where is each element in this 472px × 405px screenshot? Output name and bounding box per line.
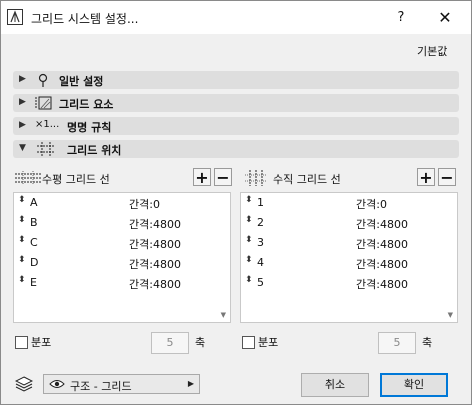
list-item[interactable]: ⬍ 2 간격:4800 bbox=[241, 213, 457, 233]
layer-name: 구조 - 그리드 bbox=[70, 380, 132, 393]
collapsed-arrow-icon: ▶ bbox=[19, 97, 26, 107]
close-button[interactable]: ✕ bbox=[431, 7, 459, 29]
scroll-down-icon[interactable]: ▼ bbox=[448, 311, 453, 319]
grid-line-spacing: 간격:4800 bbox=[356, 278, 408, 291]
section-general-settings[interactable]: ▶ 일반 설정 bbox=[13, 71, 459, 89]
grid-line-spacing: 간격:4800 bbox=[129, 238, 181, 251]
grid-system-settings-dialog: 그리드 시스템 설정... ? ✕ 기본값 ▶ 일반 설정 ▶ 그리드 요소 ▶… bbox=[0, 0, 472, 405]
grid-line-name: D bbox=[30, 256, 39, 269]
collapsed-arrow-icon: ▶ bbox=[19, 120, 26, 130]
section-label: 명명 규칙 bbox=[67, 121, 112, 134]
cancel-button[interactable]: 취소 bbox=[301, 373, 369, 397]
vertical-axis-label: 축 bbox=[422, 336, 433, 349]
grid-line-spacing: 간격:4800 bbox=[356, 258, 408, 271]
grid-line-name: 2 bbox=[257, 216, 264, 229]
grid-line-name: E bbox=[30, 276, 37, 289]
add-vertical-line-button[interactable]: + bbox=[417, 168, 435, 186]
section-label: 그리드 위치 bbox=[67, 144, 122, 157]
ok-button[interactable]: 확인 bbox=[380, 373, 448, 397]
grid-line-name: 3 bbox=[257, 236, 264, 249]
list-item[interactable]: ⬍ 3 간격:4800 bbox=[241, 233, 457, 253]
add-horizontal-line-button[interactable]: + bbox=[193, 168, 211, 186]
drag-handle-icon[interactable]: ⬍ bbox=[245, 275, 253, 285]
drag-handle-icon[interactable]: ⬍ bbox=[18, 275, 26, 285]
horizontal-distribute-label: 분포 bbox=[31, 336, 52, 349]
list-item[interactable]: ⬍ 1 간격:0 bbox=[241, 193, 457, 213]
grid-element-icon bbox=[35, 96, 52, 110]
drag-handle-icon[interactable]: ⬍ bbox=[245, 255, 253, 265]
section-label: 그리드 요소 bbox=[59, 98, 114, 111]
grid-line-spacing: 간격:0 bbox=[129, 198, 160, 211]
drag-handle-icon[interactable]: ⬍ bbox=[245, 195, 253, 205]
list-item[interactable]: ⬍ D 간격:4800 bbox=[14, 253, 230, 273]
help-button[interactable]: ? bbox=[387, 7, 415, 29]
eye-icon bbox=[49, 380, 65, 388]
horizontal-panel-title: 수평 그리드 선 bbox=[42, 173, 110, 186]
section-grid-position[interactable]: ▼ 그리드 위치 bbox=[13, 140, 459, 158]
dropdown-arrow-icon: ▶ bbox=[187, 379, 194, 388]
grid-line-spacing: 간격:4800 bbox=[356, 238, 408, 251]
list-item[interactable]: ⬍ B 간격:4800 bbox=[14, 213, 230, 233]
grid-line-spacing: 간격:4800 bbox=[129, 258, 181, 271]
pin-icon bbox=[38, 73, 48, 87]
default-link[interactable]: 기본값 bbox=[417, 43, 447, 59]
collapsed-arrow-icon: ▶ bbox=[19, 74, 26, 84]
section-naming-rules[interactable]: ▶ ×1... 명명 규칙 bbox=[13, 117, 459, 135]
remove-vertical-line-button[interactable]: − bbox=[438, 168, 456, 186]
list-item[interactable]: ⬍ A 간격:0 bbox=[14, 193, 230, 213]
title-bar: 그리드 시스템 설정... ? ✕ bbox=[1, 1, 471, 34]
grid-line-name: 5 bbox=[257, 276, 264, 289]
grid-position-icon bbox=[37, 142, 55, 156]
vertical-grid-list[interactable]: ⬍ 1 간격:0 ⬍ 2 간격:4800 ⬍ 3 간격:4800 ⬍ 4 간격:… bbox=[240, 192, 458, 323]
remove-horizontal-line-button[interactable]: − bbox=[214, 168, 232, 186]
grid-line-spacing: 간격:4800 bbox=[129, 218, 181, 231]
vertical-distribute-label: 분포 bbox=[258, 336, 279, 349]
grid-line-spacing: 간격:0 bbox=[356, 198, 387, 211]
naming-icon: ×1... bbox=[35, 119, 60, 130]
archicad-app-icon bbox=[7, 9, 23, 25]
list-item[interactable]: ⬍ C 간격:4800 bbox=[14, 233, 230, 253]
drag-handle-icon[interactable]: ⬍ bbox=[245, 215, 253, 225]
drag-handle-icon[interactable]: ⬍ bbox=[245, 235, 253, 245]
vertical-distribute-checkbox[interactable] bbox=[242, 336, 255, 349]
layers-icon bbox=[15, 376, 33, 392]
drag-handle-icon[interactable]: ⬍ bbox=[18, 195, 26, 205]
expanded-arrow-icon: ▼ bbox=[19, 143, 26, 153]
grid-line-name: 4 bbox=[257, 256, 264, 269]
horizontal-grid-list[interactable]: ⬍ A 간격:0 ⬍ B 간격:4800 ⬍ C 간격:4800 ⬍ D 간격:… bbox=[13, 192, 231, 323]
drag-handle-icon[interactable]: ⬍ bbox=[18, 215, 26, 225]
grid-line-name: A bbox=[30, 196, 38, 209]
vertical-panel-title: 수직 그리드 선 bbox=[273, 173, 341, 186]
drag-handle-icon[interactable]: ⬍ bbox=[18, 235, 26, 245]
list-item[interactable]: ⬍ 5 간격:4800 bbox=[241, 273, 457, 293]
grid-line-name: 1 bbox=[257, 196, 264, 209]
list-item[interactable]: ⬍ 4 간격:4800 bbox=[241, 253, 457, 273]
horizontal-grid-lines-icon bbox=[15, 171, 41, 185]
horizontal-axis-label: 축 bbox=[195, 336, 206, 349]
horizontal-distribute-checkbox[interactable] bbox=[15, 336, 28, 349]
drag-handle-icon[interactable]: ⬍ bbox=[18, 255, 26, 265]
horizontal-axis-count-input[interactable]: 5 bbox=[151, 332, 189, 354]
section-label: 일반 설정 bbox=[59, 75, 104, 88]
grid-line-spacing: 간격:4800 bbox=[356, 218, 408, 231]
vertical-grid-lines-icon bbox=[245, 170, 267, 186]
grid-line-name: B bbox=[30, 216, 38, 229]
layer-dropdown[interactable]: 구조 - 그리드 ▶ bbox=[43, 374, 200, 394]
vertical-axis-count-input[interactable]: 5 bbox=[378, 332, 416, 354]
section-grid-elements[interactable]: ▶ 그리드 요소 bbox=[13, 94, 459, 112]
scroll-down-icon[interactable]: ▼ bbox=[221, 311, 226, 319]
grid-line-spacing: 간격:4800 bbox=[129, 278, 181, 291]
list-item[interactable]: ⬍ E 간격:4800 bbox=[14, 273, 230, 293]
grid-line-name: C bbox=[30, 236, 38, 249]
window-title: 그리드 시스템 설정... bbox=[31, 12, 139, 26]
